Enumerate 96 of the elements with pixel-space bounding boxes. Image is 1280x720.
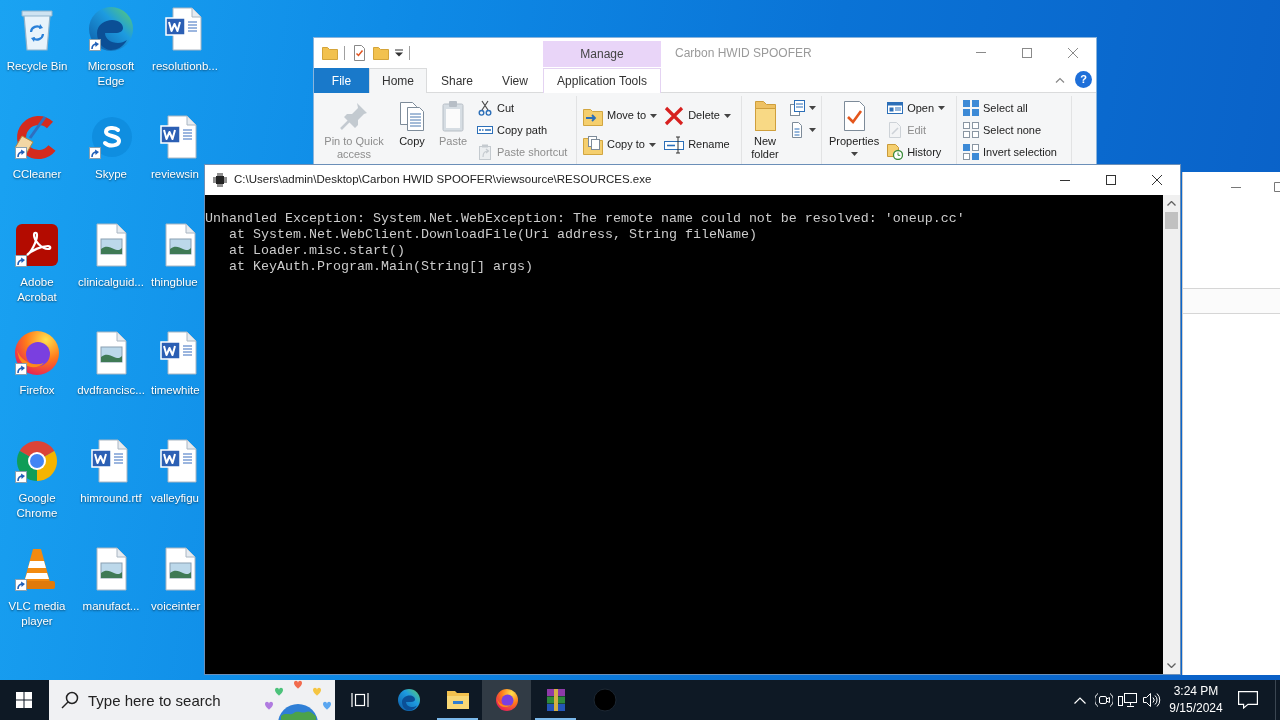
desktop-item[interactable]: Adobe Acrobat [0,216,74,305]
rename-icon [664,134,685,155]
ribbon-tab[interactable]: View [487,68,543,93]
swirl-logo-icon [87,5,135,53]
invert-selection-icon [963,144,979,160]
flame-globe-icon [13,329,61,377]
ribbon-tab[interactable]: Home [369,68,427,93]
app-icon [592,688,617,712]
network-icon [1118,692,1138,708]
help-button[interactable]: ? [1075,71,1092,88]
notification-icon [1238,691,1258,709]
folder-icon[interactable] [322,45,338,60]
history-icon [887,144,904,160]
start-icon [16,692,32,708]
desktop-item[interactable]: timewhite [148,324,204,398]
ribbon-icon-button[interactable] [787,97,818,119]
ribbon-command[interactable]: Select all [961,97,1059,119]
ribbon-command[interactable]: Move to [581,101,660,130]
chevron-down-icon [1167,663,1176,668]
delete-icon [664,105,685,126]
desktop-item[interactable]: CCleaner [0,108,74,182]
ribbon-command[interactable]: History [885,141,948,163]
desktop-item[interactable]: Google Chrome [0,432,74,521]
ribbon-button[interactable]: New folder [746,96,784,161]
clock-date: 9/15/2024 [1169,700,1223,717]
desktop-item[interactable]: thingblue [148,216,204,290]
ribbon-command[interactable]: Invert selection [961,141,1059,163]
desktop-item[interactable]: valleyfigu [148,432,204,506]
desktop-item[interactable]: Firefox [0,324,74,398]
minimize-icon [1060,179,1070,181]
search-field[interactable]: Type here to search [49,680,335,720]
task-view-icon [350,692,369,708]
stack-trace-line: at Loader.misc.start() [229,243,405,259]
maximize-icon [1022,47,1032,58]
pdf-logo-icon [13,221,61,269]
pin-icon [338,100,370,132]
scroll-thumb[interactable] [1165,212,1178,229]
maximize-icon [1274,182,1280,192]
chevron-up-icon [1167,201,1176,206]
folder-icon[interactable] [373,45,389,60]
desktop-item[interactable]: resolutionb... [148,0,222,74]
ribbon-tab[interactable]: Application Tools [543,68,661,93]
desktop-item[interactable]: voiceinter [148,540,204,614]
context-tab-header: Manage [543,41,661,67]
scissors-icon [477,100,493,116]
desktop-item[interactable]: Microsoft Edge [74,0,148,89]
desktop-item[interactable]: reviewsin [148,108,204,182]
chip-icon [213,173,227,187]
ribbon-command[interactable]: Select none [961,119,1059,141]
select-none-icon [963,122,979,138]
desktop-item[interactable]: manufact... [74,540,148,614]
ribbon-command[interactable]: Delete [662,101,733,130]
swirl-logo-icon [396,688,421,712]
ribbon-command[interactable]: Copy path [475,119,570,141]
close-icon [1152,175,1162,185]
desktop-item[interactable]: dvdfrancisc... [74,324,148,398]
ribbon-command[interactable]: Open [885,97,948,119]
desktop-item[interactable]: VLC media player [0,540,74,629]
camera-icon [1095,692,1113,708]
window-title: C:\Users\admin\Desktop\Carbon HWID SPOOFER\viewsource\RESOURCES.exe [234,172,652,188]
stack-trace-line: at System.Net.WebClient.DownloadFile(Uri address, String fileName) [229,227,757,243]
ribbon-tab[interactable]: Share [427,68,487,93]
edit-icon [887,122,904,138]
ribbon-button[interactable]: Copy [393,96,431,148]
open-icon [887,100,904,116]
volume-icon [1143,692,1161,708]
maximize-icon [1106,175,1116,185]
desktop-item[interactable]: clinicalguid... [74,216,148,290]
ribbon-command[interactable]: Rename [662,130,733,159]
desktop-item[interactable]: Recycle Bin [0,0,74,74]
ribbon-command[interactable]: Cut [475,97,570,119]
copy-to-icon [583,134,603,155]
select-all-icon [963,100,979,116]
desktop-item[interactable]: Skype [74,108,148,182]
paste-shortcut-icon [477,144,493,160]
chevron-up-icon[interactable] [1055,76,1065,83]
close-icon [1068,47,1078,58]
error-message: Unhandled Exception: System.Net.WebException: The remote name could not be resolved: 'oneup.cc' [205,211,965,227]
desktop-item[interactable]: himround.rtf [74,432,148,506]
minimize-icon [976,52,986,53]
stack-trace-line: at KeyAuth.Program.Main(String[] args) [229,259,533,275]
new-item-icon [789,100,805,116]
taskbar-app-button[interactable] [482,680,531,720]
properties-icon[interactable] [351,44,367,61]
easy-access-icon [789,122,805,138]
customize-caret-icon[interactable] [395,48,403,57]
minimize-icon [1230,186,1241,188]
window-title: Carbon HWID SPOOFER [675,44,812,62]
ribbon-tab[interactable]: File [314,68,369,93]
clock-time: 3:24 PM [1173,683,1219,700]
search-icon [61,691,79,709]
flame-globe-icon [494,688,519,712]
chevron-up-icon [1074,696,1086,704]
folder-icon [445,688,470,712]
ribbon-command[interactable]: Copy to [581,130,660,159]
ribbon-button[interactable]: Properties [826,96,883,156]
